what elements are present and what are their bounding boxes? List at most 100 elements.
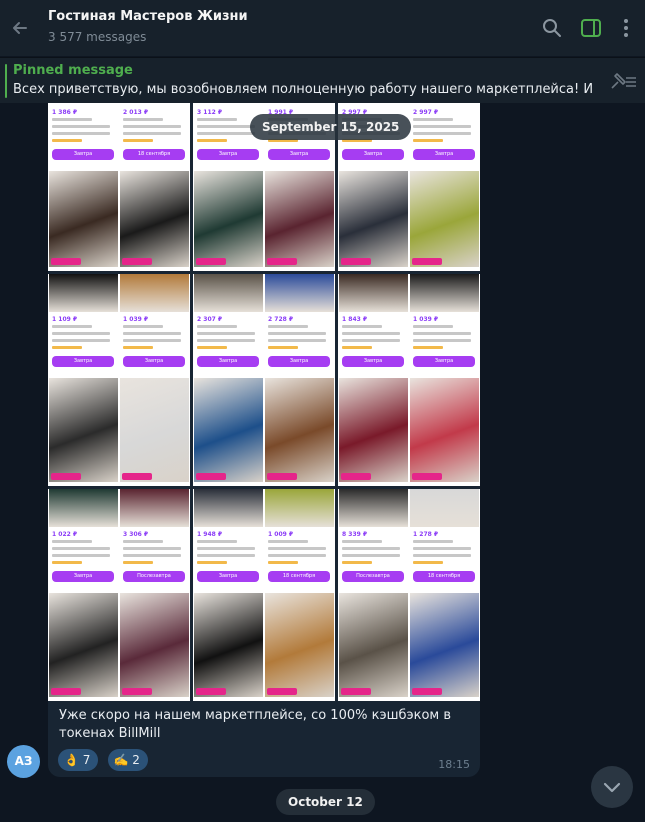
product-text-line bbox=[52, 332, 110, 335]
reaction-writing[interactable]: ✍️ 2 bbox=[107, 749, 148, 771]
product-image-grid[interactable]: 1 386 ₽ Завтра 2 013 ₽ 18 сентября 3 112 ₽ За… bbox=[48, 103, 480, 701]
product-photo bbox=[339, 378, 408, 482]
search-icon[interactable] bbox=[540, 16, 564, 40]
product-screenshot-tile[interactable]: 1 948 ₽ Завтра 1 009 ₽ 18 сентября bbox=[193, 489, 335, 701]
chat-title[interactable]: Гостиная Мастеров Жизни bbox=[48, 9, 248, 24]
product-photo bbox=[339, 274, 408, 312]
product-text-line bbox=[342, 346, 372, 349]
product-text-line bbox=[342, 339, 400, 342]
delivery-button: Завтра bbox=[52, 571, 114, 582]
product-text-line bbox=[268, 346, 298, 349]
scroll-down-button[interactable] bbox=[591, 766, 633, 808]
delivery-button: Завтра bbox=[342, 356, 404, 367]
sidebar-toggle-icon[interactable] bbox=[579, 16, 603, 40]
product-text-line bbox=[413, 339, 471, 342]
product-photo bbox=[339, 171, 408, 267]
avatar[interactable]: АЗ bbox=[7, 745, 40, 778]
product-text-line bbox=[52, 139, 82, 142]
product-text-line bbox=[413, 332, 471, 335]
product-photo bbox=[194, 274, 263, 312]
product-screenshot-tile[interactable]: 1 109 ₽ Завтра 1 039 ₽ Завтра bbox=[48, 274, 190, 486]
sale-tag bbox=[412, 688, 442, 695]
sale-tag bbox=[51, 473, 81, 480]
product-text-line bbox=[52, 561, 82, 564]
product-photo bbox=[410, 489, 479, 527]
product-text-line bbox=[413, 547, 471, 550]
reaction-ok[interactable]: 👌 7 bbox=[58, 749, 99, 771]
product-photo bbox=[120, 593, 189, 697]
product-text-line bbox=[268, 332, 326, 335]
product-text-line bbox=[123, 332, 181, 335]
product-text-line bbox=[52, 547, 110, 550]
product-text-line bbox=[52, 118, 92, 121]
product-photo bbox=[194, 171, 263, 267]
sale-tag bbox=[51, 258, 81, 265]
chat-header: Гостиная Мастеров Жизни 3 577 messages bbox=[0, 0, 645, 56]
product-photo bbox=[120, 171, 189, 267]
back-arrow-icon[interactable] bbox=[8, 12, 32, 44]
product-screenshot-tile[interactable]: 8 339 ₽ Послезавтра 1 278 ₽ 18 сентября bbox=[338, 489, 480, 701]
delivery-button: Завтра bbox=[413, 149, 475, 160]
product-text-line bbox=[123, 325, 163, 328]
product-text-line bbox=[123, 125, 181, 128]
product-photo bbox=[120, 378, 189, 482]
product-text-line bbox=[413, 125, 471, 128]
product-screenshot-tile[interactable]: 1 022 ₽ Завтра 3 306 ₽ Послезавтра bbox=[48, 489, 190, 701]
product-screenshot-tile[interactable]: 1 386 ₽ Завтра 2 013 ₽ 18 сентября bbox=[48, 103, 190, 271]
product-text-line bbox=[342, 554, 400, 557]
product-text-line bbox=[413, 139, 443, 142]
sale-tag bbox=[341, 473, 371, 480]
product-text-line bbox=[413, 325, 453, 328]
product-text-line bbox=[52, 125, 110, 128]
product-text-line bbox=[197, 332, 255, 335]
chat-area: 1 386 ₽ Завтра 2 013 ₽ 18 сентября 3 112 ₽ За… bbox=[0, 103, 645, 822]
product-photo bbox=[265, 593, 334, 697]
product-text-line bbox=[197, 125, 255, 128]
product-price: 2 997 ₽ bbox=[413, 109, 439, 116]
pinned-message-bar[interactable]: Pinned message Всех приветствую, мы возо… bbox=[0, 57, 645, 103]
product-text-line bbox=[52, 554, 110, 557]
sale-tag bbox=[122, 473, 152, 480]
product-text-line bbox=[52, 346, 82, 349]
product-text-line bbox=[123, 554, 181, 557]
product-photo bbox=[410, 593, 479, 697]
sale-tag bbox=[412, 258, 442, 265]
product-screenshot-tile[interactable]: 2 307 ₽ Завтра 2 728 ₽ Завтра bbox=[193, 274, 335, 486]
product-price: 2 013 ₽ bbox=[123, 109, 149, 116]
message-caption: Уже скоро на нашем маркетплейсе, со 100%… bbox=[59, 708, 452, 741]
product-text-line bbox=[52, 132, 110, 135]
sale-tag bbox=[122, 258, 152, 265]
product-price: 1 039 ₽ bbox=[413, 316, 439, 323]
unpin-icon[interactable] bbox=[608, 70, 638, 92]
sale-tag bbox=[341, 258, 371, 265]
product-photo bbox=[339, 593, 408, 697]
pinned-indicator bbox=[5, 64, 7, 98]
product-text-line bbox=[197, 540, 237, 543]
product-photo bbox=[410, 171, 479, 267]
product-price: 1 948 ₽ bbox=[197, 531, 223, 538]
product-photo bbox=[265, 274, 334, 312]
sale-tag bbox=[196, 688, 226, 695]
product-text-line bbox=[413, 561, 443, 564]
product-text-line bbox=[413, 118, 453, 121]
more-vertical-icon[interactable] bbox=[614, 16, 638, 40]
product-screenshot-tile[interactable]: 1 843 ₽ Завтра 1 039 ₽ Завтра bbox=[338, 274, 480, 486]
product-text-line bbox=[268, 339, 326, 342]
delivery-button: Завтра bbox=[123, 356, 185, 367]
sale-tag bbox=[267, 258, 297, 265]
product-text-line bbox=[52, 339, 110, 342]
product-photo bbox=[49, 593, 118, 697]
product-text-line bbox=[197, 132, 255, 135]
message-bubble: 1 386 ₽ Завтра 2 013 ₽ 18 сентября 3 112 ₽ За… bbox=[48, 103, 480, 777]
product-price: 1 009 ₽ bbox=[268, 531, 294, 538]
delivery-button: Послезавтра bbox=[342, 571, 404, 582]
sale-tag bbox=[122, 688, 152, 695]
product-text-line bbox=[52, 325, 92, 328]
product-text-line bbox=[413, 132, 471, 135]
sale-tag bbox=[267, 688, 297, 695]
product-text-line bbox=[342, 540, 382, 543]
product-photo bbox=[49, 274, 118, 312]
product-text-line bbox=[342, 561, 372, 564]
product-price: 2 307 ₽ bbox=[197, 316, 223, 323]
product-photo bbox=[194, 489, 263, 527]
